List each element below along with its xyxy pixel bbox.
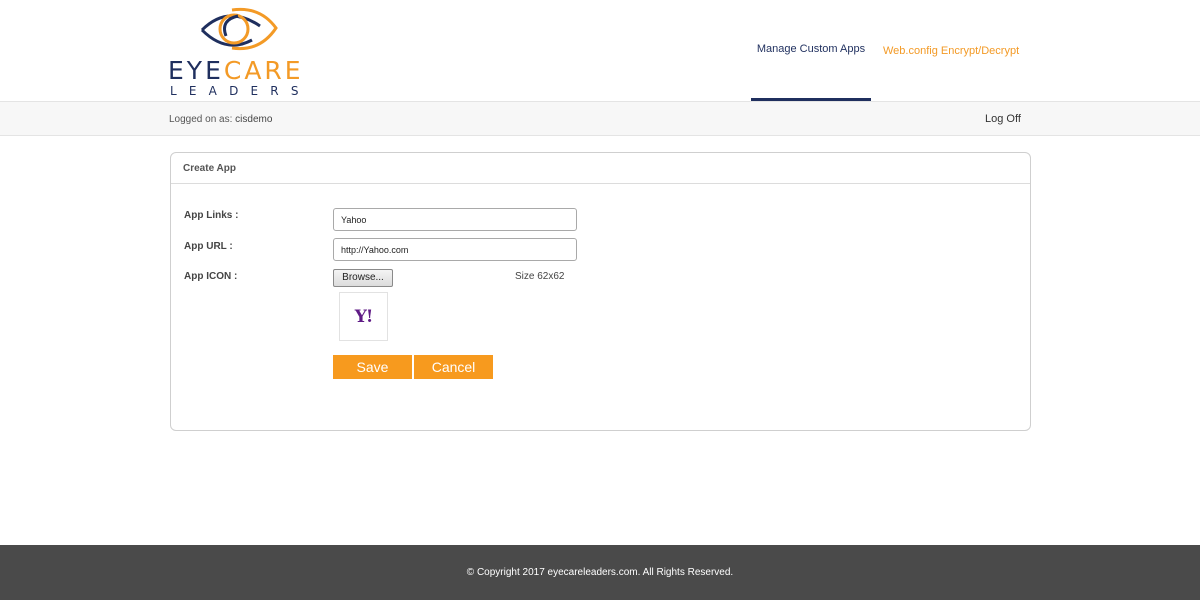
yahoo-icon: Y! — [354, 306, 374, 327]
app-links-label: App Links : — [184, 210, 239, 221]
app-icon-label: App ICON : — [184, 271, 238, 282]
browse-button[interactable]: Browse... — [333, 269, 393, 287]
status-bar: Logged on as: cisdemo Log Off — [0, 101, 1200, 136]
panel-title: Create App — [171, 153, 1030, 184]
logo-wordmark: EYECARE — [168, 56, 304, 85]
nav-manage-custom-apps[interactable]: Manage Custom Apps — [751, 0, 871, 101]
app-url-input[interactable] — [333, 238, 577, 261]
logo-subtitle: LEADERS — [170, 84, 311, 98]
save-button[interactable]: Save — [333, 355, 412, 379]
header: EYECARE LEADERS Manage Custom Apps Web.c… — [0, 0, 1200, 101]
app-icon-preview: Y! — [339, 292, 388, 341]
cancel-button[interactable]: Cancel — [414, 355, 493, 379]
eye-logo-icon — [200, 7, 278, 51]
copyright-text: © Copyright 2017 eyecareleaders.com. All… — [466, 567, 734, 578]
nav-webconfig-encrypt-decrypt[interactable]: Web.config Encrypt/Decrypt — [883, 0, 1019, 101]
eyecare-leaders-logo[interactable]: EYECARE LEADERS — [168, 6, 310, 98]
username: cisdemo — [235, 114, 273, 125]
footer: © Copyright 2017 eyecareleaders.com. All… — [0, 545, 1200, 600]
app-url-label: App URL : — [184, 241, 233, 252]
logged-on-text: Logged on as: cisdemo — [169, 114, 273, 125]
app-links-input[interactable] — [333, 208, 577, 231]
size-hint: Size 62x62 — [515, 271, 565, 282]
logoff-link[interactable]: Log Off — [985, 113, 1021, 125]
create-app-panel: Create App App Links : App URL : App ICO… — [170, 152, 1031, 431]
